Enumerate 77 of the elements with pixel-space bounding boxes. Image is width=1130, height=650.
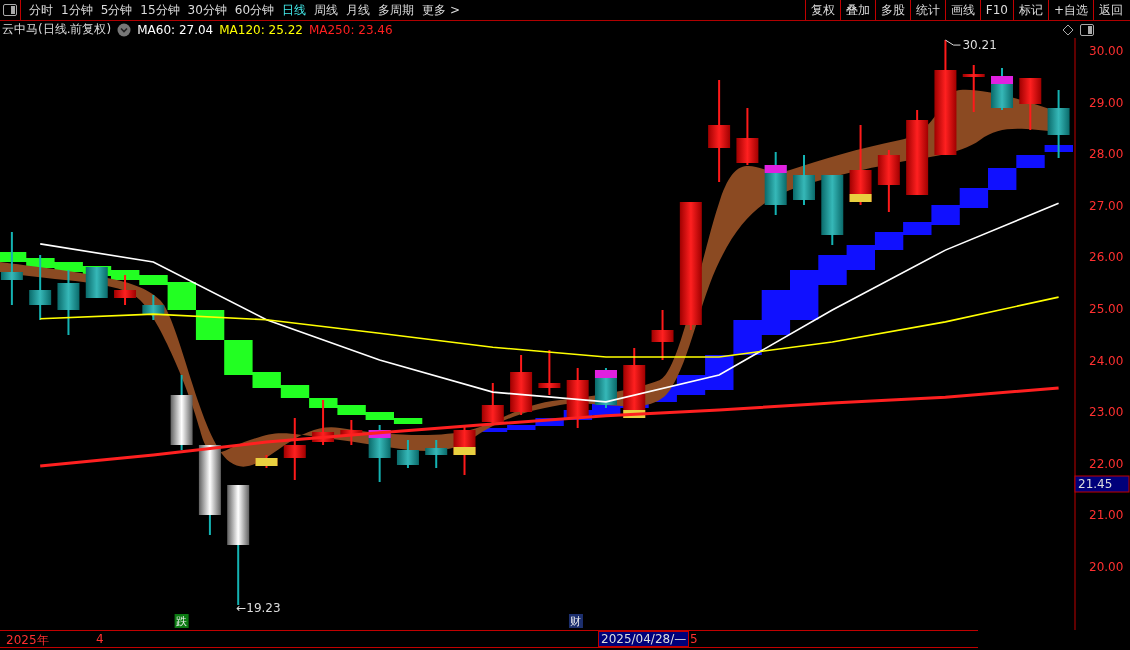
candlestick xyxy=(481,382,504,426)
candlestick xyxy=(57,269,80,336)
toolbar-button[interactable]: F10 xyxy=(979,0,1013,20)
candlestick xyxy=(340,419,363,446)
indicator-value: MA60: 27.04 xyxy=(137,22,214,37)
price-tag: 21.45 xyxy=(1074,475,1130,493)
price-label: 30.00 xyxy=(1089,43,1124,58)
price-label: 27.00 xyxy=(1089,198,1124,213)
toolbar-button[interactable]: 标记 xyxy=(1012,0,1048,20)
price-label: 25.00 xyxy=(1089,301,1124,316)
panel-toggle-icon[interactable] xyxy=(3,4,17,16)
candlestick xyxy=(29,254,52,321)
time-label: 2025/04/28/— xyxy=(598,631,690,647)
candlestick xyxy=(1047,89,1070,159)
candlestick xyxy=(142,294,165,321)
candlestick xyxy=(991,67,1013,111)
period-tab[interactable]: 月线 xyxy=(342,0,375,20)
price-label: 21.00 xyxy=(1089,508,1124,523)
candlestick xyxy=(793,154,815,206)
period-tab[interactable]: 60分钟 xyxy=(230,0,279,20)
candlestick xyxy=(566,367,589,429)
low-price-label: ←19.23 xyxy=(236,600,281,615)
candlestick xyxy=(736,107,759,166)
candlestick xyxy=(877,149,900,213)
period-tab[interactable]: 15分钟 xyxy=(136,0,184,20)
diamond-icon[interactable] xyxy=(1062,23,1074,36)
candlestick xyxy=(623,347,646,419)
toolbar-button[interactable]: 返回 xyxy=(1093,0,1128,20)
candlestick xyxy=(283,417,306,481)
toolbar-button[interactable]: 叠加 xyxy=(839,0,875,20)
candlestick xyxy=(1019,77,1042,131)
candlestick xyxy=(764,151,787,216)
price-label: 28.00 xyxy=(1089,147,1124,162)
event-badge[interactable]: 跌 xyxy=(174,614,189,628)
price-label: 24.00 xyxy=(1089,353,1124,368)
toolbar-button[interactable]: 画线 xyxy=(944,0,980,20)
price-label: 20.00 xyxy=(1089,560,1124,575)
period-tab[interactable]: 周线 xyxy=(310,0,343,20)
price-label: 29.00 xyxy=(1089,95,1124,110)
candlestick xyxy=(85,266,108,299)
candlestick xyxy=(821,174,844,246)
time-label: 4 xyxy=(95,632,105,646)
period-tab[interactable]: 日线 xyxy=(278,0,311,20)
panel-toggle-icon[interactable] xyxy=(1080,23,1094,36)
dropdown-icon[interactable] xyxy=(117,22,132,37)
toolbar-button[interactable]: 复权 xyxy=(804,0,840,20)
candlestick xyxy=(312,399,335,446)
chart-title: 云中马(日线.前复权) xyxy=(2,21,112,38)
indicator-value: MA250: 23.46 xyxy=(308,22,393,37)
indicator-value: MA120: 25.22 xyxy=(219,22,303,37)
price-label: 26.00 xyxy=(1089,250,1124,265)
candlestick xyxy=(396,439,419,469)
candlestick xyxy=(255,454,278,469)
high-price-label: 30.21 xyxy=(962,38,997,53)
candlestick xyxy=(538,349,561,396)
toolbar-button[interactable]: 多股 xyxy=(874,0,910,20)
toolbar-button[interactable]: 统计 xyxy=(909,0,945,20)
period-tab[interactable]: 更多 > xyxy=(418,0,464,20)
price-label: 22.00 xyxy=(1089,456,1124,471)
period-tab[interactable]: 5分钟 xyxy=(96,0,137,20)
period-tab[interactable]: 多周期 xyxy=(374,0,419,20)
candlestick xyxy=(114,274,137,306)
price-label: 23.00 xyxy=(1089,405,1124,420)
candlestick xyxy=(594,367,617,409)
time-label: 5 xyxy=(689,632,699,646)
period-tab[interactable]: 1分钟 xyxy=(57,0,97,20)
candlestick xyxy=(510,354,533,416)
period-tab[interactable]: 30分钟 xyxy=(183,0,231,20)
candlestick xyxy=(368,424,391,483)
time-label: 2025年 xyxy=(5,632,50,649)
toolbar-button[interactable]: +自选 xyxy=(1047,0,1093,20)
leader-line xyxy=(944,39,961,46)
candlestick xyxy=(425,439,448,469)
candlestick xyxy=(651,309,674,361)
candlestick xyxy=(962,64,985,113)
event-badge[interactable]: 财 xyxy=(568,614,583,628)
period-tab[interactable]: 分时 xyxy=(25,0,57,20)
